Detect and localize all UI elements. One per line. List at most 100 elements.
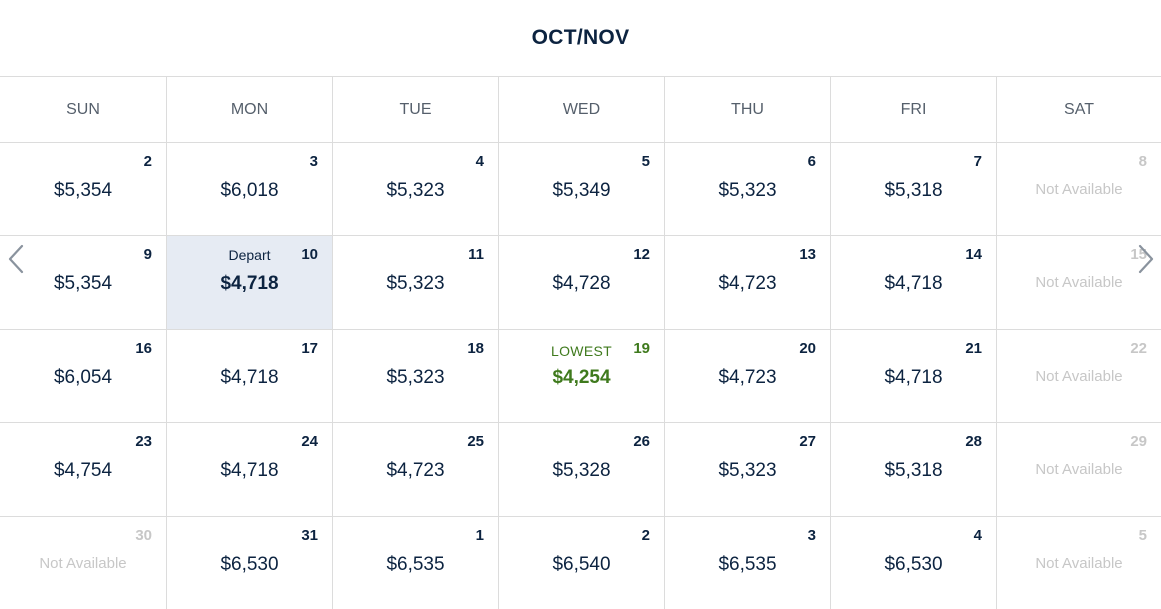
weekday-label-tue: TUE — [333, 77, 499, 142]
calendar-day[interactable]: 3 $6,535 — [665, 517, 831, 609]
calendar-week-row: 9 $5,354 10 Depart $4,718 11 $5,323 12 $4,728 13 $… — [0, 236, 1161, 330]
day-number: 3 — [807, 527, 816, 544]
calendar-day[interactable]: 5 $5,349 — [499, 143, 665, 235]
day-number: 24 — [301, 433, 318, 450]
weekday-label-wed: WED — [499, 77, 665, 142]
weekday-label-mon: MON — [167, 77, 333, 142]
day-number: 3 — [309, 153, 318, 170]
fare-price: $5,323 — [386, 180, 445, 201]
calendar-grid: 2 $5,354 3 $6,018 4 $5,323 5 $5,349 6 $5,323 7 $5,3… — [0, 143, 1161, 609]
fare-price: $4,723 — [718, 367, 777, 388]
day-number: 13 — [799, 246, 816, 263]
day-number: 17 — [301, 340, 318, 357]
chevron-left-icon[interactable] — [6, 243, 26, 275]
day-number: 12 — [633, 246, 650, 263]
calendar-day-unavailable: 5 Not Available — [997, 517, 1161, 609]
calendar-day[interactable]: 28 $5,318 — [831, 423, 997, 516]
calendar-day[interactable]: 1 $6,535 — [333, 517, 499, 609]
not-available-label: Not Available — [1035, 181, 1123, 198]
calendar-day-unavailable: 29 Not Available — [997, 423, 1161, 516]
calendar-day[interactable]: 21 $4,718 — [831, 330, 997, 422]
fare-price: $4,723 — [386, 460, 445, 481]
calendar-day[interactable]: 2 $5,354 — [0, 143, 167, 235]
calendar-day[interactable]: 3 $6,018 — [167, 143, 333, 235]
day-number: 14 — [965, 246, 982, 263]
weekday-label-fri: FRI — [831, 77, 997, 142]
calendar-day-unavailable: 8 Not Available — [997, 143, 1161, 235]
calendar-day-selected[interactable]: 10 Depart $4,718 — [167, 236, 333, 329]
calendar-day[interactable]: 12 $4,728 — [499, 236, 665, 329]
fare-price: $6,540 — [552, 554, 611, 575]
day-number: 2 — [143, 153, 152, 170]
calendar-day[interactable]: 4 $6,530 — [831, 517, 997, 609]
calendar-day[interactable]: 2 $6,540 — [499, 517, 665, 609]
calendar-day[interactable]: 14 $4,718 — [831, 236, 997, 329]
day-number: 31 — [301, 527, 318, 544]
day-number: 20 — [799, 340, 816, 357]
day-number: 5 — [641, 153, 650, 170]
fare-price: $5,354 — [53, 273, 113, 294]
weekday-label-thu: THU — [665, 77, 831, 142]
depart-label: Depart — [228, 247, 271, 263]
not-available-label: Not Available — [1035, 368, 1123, 385]
weekday-label-sun: SUN — [0, 77, 167, 142]
day-number: 6 — [807, 153, 816, 170]
day-number: 26 — [633, 433, 650, 450]
calendar-header: OCT/NOV — [0, 0, 1161, 77]
calendar-day[interactable]: 31 $6,530 — [167, 517, 333, 609]
fare-price: $5,349 — [552, 180, 611, 201]
calendar-day-unavailable: 22 Not Available — [997, 330, 1161, 422]
fare-price: $4,718 — [220, 273, 279, 294]
calendar-day[interactable]: 26 $5,328 — [499, 423, 665, 516]
calendar-day[interactable]: 24 $4,718 — [167, 423, 333, 516]
day-number: 8 — [1138, 153, 1147, 170]
fare-price: $6,530 — [884, 554, 943, 575]
day-number: 4 — [973, 527, 982, 544]
fare-price: $6,054 — [53, 367, 113, 388]
calendar-day[interactable]: 23 $4,754 — [0, 423, 167, 516]
calendar-day[interactable]: 19 LOWEST $4,254 — [499, 330, 665, 422]
fare-price: $4,718 — [220, 460, 279, 481]
fare-price: $5,323 — [386, 367, 445, 388]
fare-price: $6,530 — [220, 554, 279, 575]
calendar-day[interactable]: 11 $5,323 — [333, 236, 499, 329]
fare-price: $5,323 — [718, 460, 777, 481]
fare-price: $6,018 — [220, 180, 279, 201]
not-available-label: Not Available — [39, 555, 127, 572]
day-number: 18 — [467, 340, 484, 357]
calendar-day[interactable]: 25 $4,723 — [333, 423, 499, 516]
fare-price: $5,318 — [884, 460, 943, 481]
not-available-label: Not Available — [1035, 555, 1123, 572]
day-number: 11 — [468, 246, 484, 263]
fare-price: $5,328 — [552, 460, 611, 481]
calendar-day[interactable]: 7 $5,318 — [831, 143, 997, 235]
calendar-day[interactable]: 13 $4,723 — [665, 236, 831, 329]
fare-price: $4,728 — [552, 273, 611, 294]
fare-price: $6,535 — [718, 554, 777, 575]
day-number: 25 — [467, 433, 484, 450]
calendar-day[interactable]: 4 $5,323 — [333, 143, 499, 235]
fare-price: $4,723 — [718, 273, 777, 294]
not-available-label: Not Available — [1035, 461, 1123, 478]
weekday-label-sat: SAT — [1064, 100, 1094, 118]
calendar-day[interactable]: 16 $6,054 — [0, 330, 167, 422]
calendar-day[interactable]: 18 $5,323 — [333, 330, 499, 422]
fare-price: $4,254 — [552, 367, 611, 388]
weekday-header-row: SUN MON TUE WED THU FRI SAT — [0, 77, 1161, 143]
day-number: 7 — [973, 153, 982, 170]
day-number: 30 — [135, 527, 152, 544]
chevron-right-icon[interactable] — [1136, 243, 1156, 275]
day-number: 2 — [641, 527, 650, 544]
calendar-week-row: 30 Not Available 31 $6,530 1 $6,535 2 $6,540 3 $6… — [0, 517, 1161, 609]
calendar-day[interactable]: 20 $4,723 — [665, 330, 831, 422]
fare-price: $5,323 — [386, 273, 445, 294]
day-number: 1 — [475, 527, 484, 544]
lowest-fare-label: LOWEST — [551, 343, 612, 359]
day-number: 28 — [965, 433, 982, 450]
calendar-day[interactable]: 27 $5,323 — [665, 423, 831, 516]
calendar-day[interactable]: 17 $4,718 — [167, 330, 333, 422]
fare-price: $5,318 — [884, 180, 943, 201]
day-number: 23 — [135, 433, 152, 450]
calendar-day[interactable]: 6 $5,323 — [665, 143, 831, 235]
day-number: 29 — [1130, 433, 1147, 450]
